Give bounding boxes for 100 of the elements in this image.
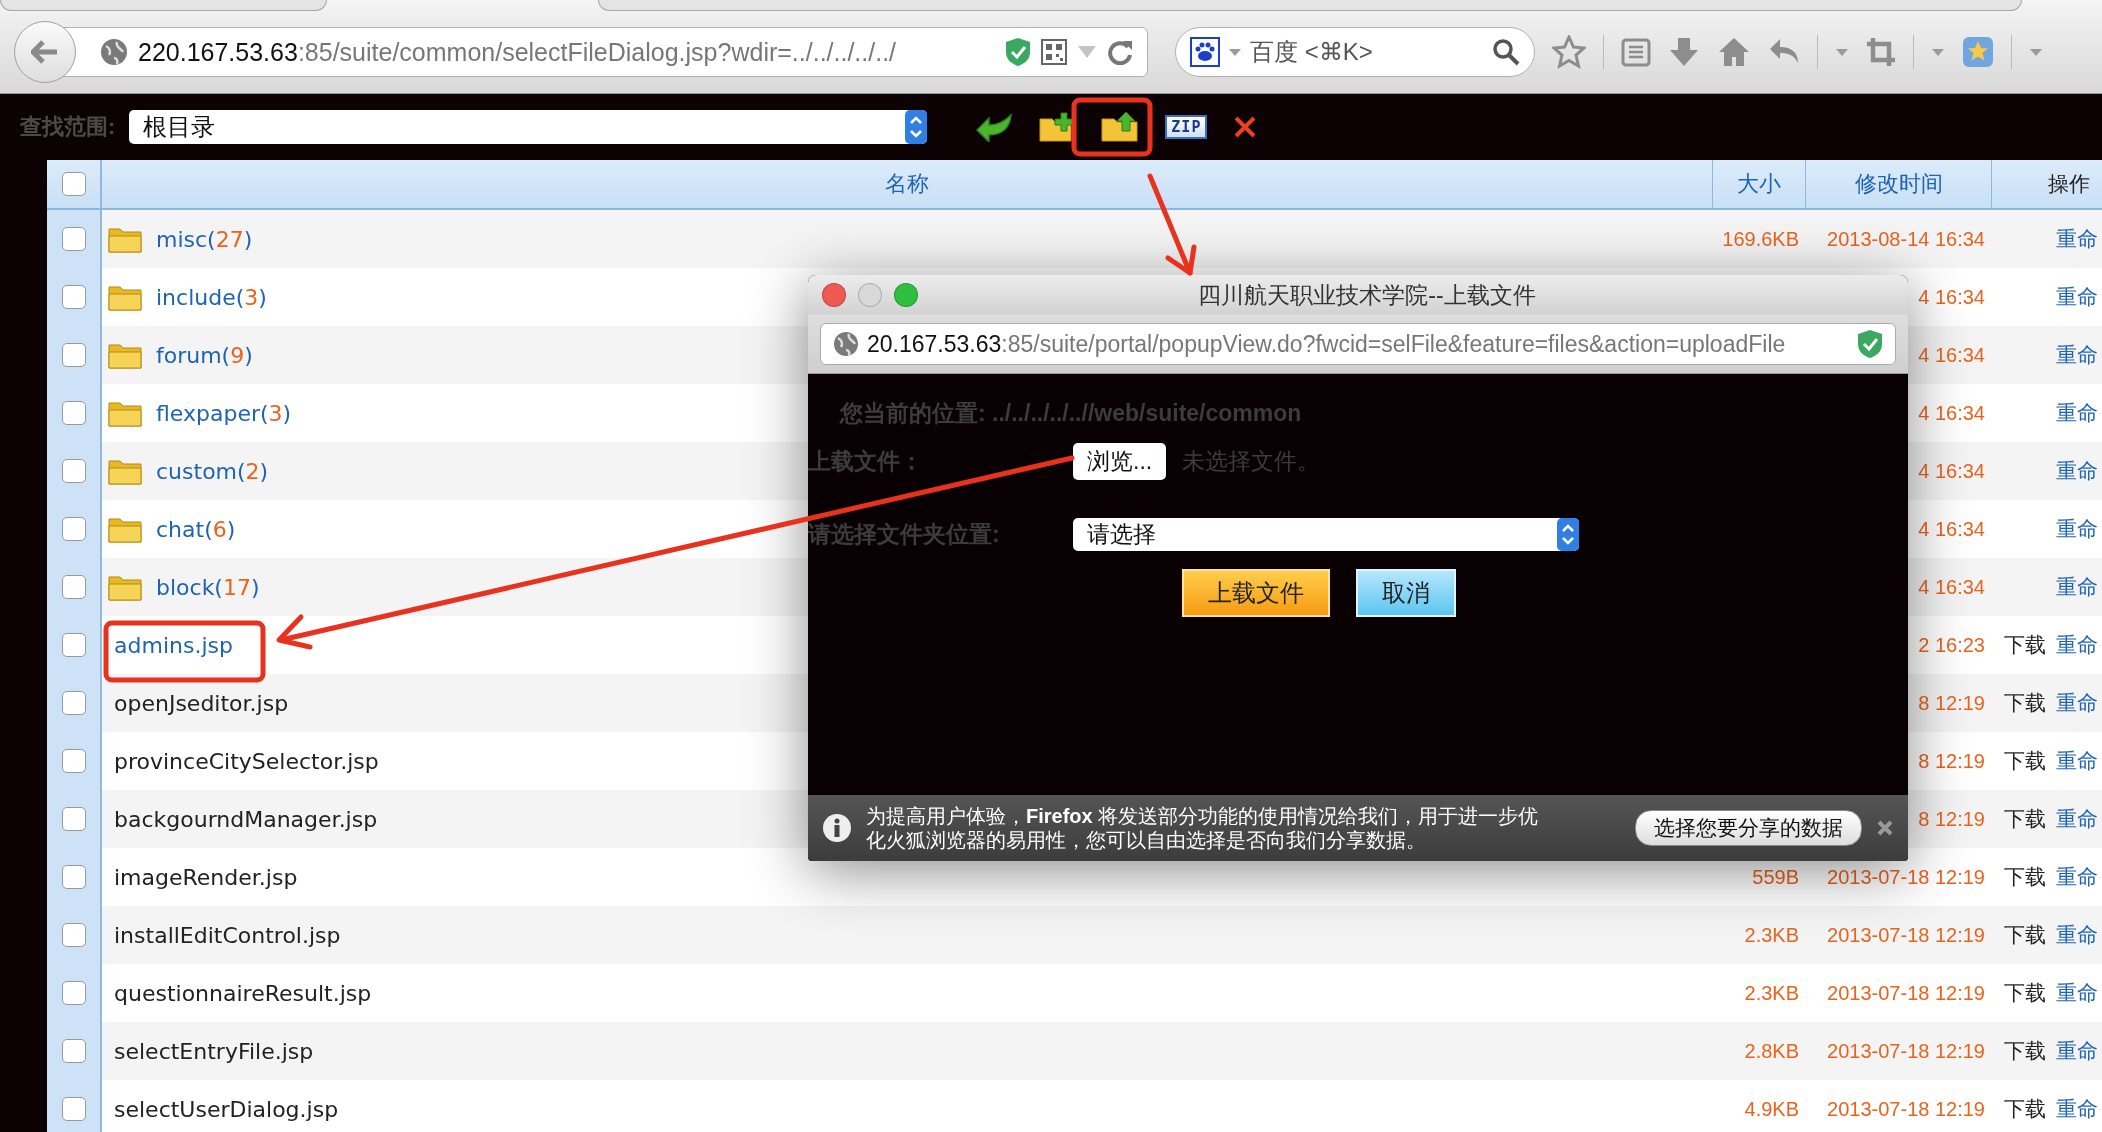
share-data-button[interactable]: 选择您要分享的数据 [1635, 810, 1862, 846]
file-link[interactable]: imageRender.jsp [114, 864, 298, 890]
rename-link[interactable]: 重命 [2056, 1037, 2098, 1065]
column-header[interactable]: 名称 [102, 160, 1712, 208]
download-link[interactable]: 下载 [2004, 631, 2046, 659]
folder-link[interactable]: flexpaper(3) [156, 400, 292, 426]
file-link[interactable]: backgourndManager.jsp [114, 806, 378, 832]
download-icon[interactable] [1668, 36, 1700, 68]
rename-link[interactable]: 重命 [2056, 457, 2098, 485]
search-field[interactable]: 百度 <⌘K> [1175, 27, 1535, 77]
checkbox[interactable] [61, 633, 86, 657]
file-link[interactable]: questionnaireResult.jsp [114, 980, 372, 1006]
rename-link[interactable]: 重命 [2056, 399, 2098, 427]
dropdown-caret-icon[interactable] [1931, 47, 1945, 57]
star-icon[interactable] [1552, 35, 1586, 69]
dropdown-caret-icon[interactable] [1228, 47, 1242, 57]
browser-tab[interactable] [598, 0, 2022, 11]
rename-link[interactable]: 重命 [2056, 979, 2098, 1007]
file-link[interactable]: installEditControl.jsp [114, 922, 341, 948]
list-icon[interactable] [1621, 37, 1651, 67]
file-link[interactable]: selectUserDialog.jsp [114, 1096, 339, 1122]
close-button[interactable] [822, 283, 846, 307]
column-header[interactable]: 操作 [1991, 160, 2102, 208]
checkbox[interactable] [61, 865, 86, 889]
checkbox[interactable] [61, 749, 86, 773]
qr-code-icon[interactable] [1041, 39, 1067, 65]
cancel-button[interactable]: 取消 [1356, 569, 1456, 617]
file-link[interactable]: provinceCitySelector.jsp [114, 748, 379, 774]
stepper-icon[interactable] [905, 110, 928, 144]
rename-link[interactable]: 重命 [2056, 515, 2098, 543]
dropdown-caret-icon[interactable] [1835, 47, 1849, 57]
checkbox[interactable] [61, 459, 86, 483]
folder-link[interactable]: include(3) [156, 284, 267, 310]
download-link[interactable]: 下载 [2004, 1037, 2046, 1065]
checkbox[interactable] [61, 575, 86, 599]
rename-link[interactable]: 重命 [2056, 747, 2098, 775]
search-icon[interactable] [1492, 38, 1520, 66]
checkbox[interactable] [61, 285, 86, 309]
crop-icon[interactable] [1866, 37, 1896, 67]
rename-link[interactable]: 重命 [2056, 805, 2098, 833]
rename-link[interactable]: 重命 [2056, 225, 2098, 253]
folder-link[interactable]: forum(9) [156, 342, 253, 368]
home-icon[interactable] [1717, 36, 1751, 68]
folder-link[interactable]: chat(6) [156, 516, 236, 542]
paw-icon[interactable] [1190, 37, 1220, 67]
dropdown-caret-icon[interactable] [2029, 47, 2043, 57]
folder-link[interactable]: custom(2) [156, 458, 269, 484]
address-bar[interactable]: 220.167.53.63:85/suite/common/selectFileDialog.jsp?wdir=../../../../../ [63, 27, 1148, 77]
rename-link[interactable]: 重命 [2056, 341, 2098, 369]
zoom-button[interactable] [894, 283, 918, 307]
column-header[interactable]: 修改时间 [1805, 160, 1991, 208]
checkbox[interactable] [61, 1039, 86, 1063]
rename-link[interactable]: 重命 [2056, 689, 2098, 717]
download-link[interactable]: 下载 [2004, 863, 2046, 891]
folder-icon [108, 573, 142, 601]
checkbox[interactable] [61, 1097, 86, 1121]
file-link[interactable]: openJseditor.jsp [114, 690, 289, 716]
checkbox[interactable] [61, 807, 86, 831]
scope-select[interactable]: 根目录 [129, 110, 928, 144]
rename-link[interactable]: 重命 [2056, 1095, 2098, 1123]
rename-link[interactable]: 重命 [2056, 283, 2098, 311]
checkbox[interactable] [61, 343, 86, 367]
checkbox[interactable] [61, 227, 86, 251]
dropdown-triangle-icon[interactable] [1077, 45, 1097, 59]
star-badge-icon[interactable] [1962, 36, 1994, 68]
download-link[interactable]: 下载 [2004, 1095, 2046, 1123]
checkbox[interactable] [61, 517, 86, 541]
browser-tab[interactable] [0, 0, 327, 11]
popup-title: 四川航天职业技术学院--上载文件 [1197, 280, 1537, 310]
folder-upload-icon[interactable] [1101, 111, 1140, 143]
column-header[interactable]: 大小 [1712, 160, 1805, 208]
url-text: 20.167.53.63:85/suite/portal/popupView.do?fwcid=selFile&feature=files&action=uploadFile [867, 330, 1787, 358]
folder-link[interactable]: misc(27) [156, 226, 253, 252]
rename-link[interactable]: 重命 [2056, 863, 2098, 891]
download-link[interactable]: 下载 [2004, 747, 2046, 775]
folder-select[interactable]: 请选择 [1073, 518, 1579, 551]
download-link[interactable]: 下载 [2004, 689, 2046, 717]
minimize-button[interactable] [858, 283, 882, 307]
popup-address-bar[interactable]: 20.167.53.63:85/suite/portal/popupView.do?fwcid=selFile&feature=files&action=uploadFile [820, 323, 1896, 365]
download-link[interactable]: 下载 [2004, 805, 2046, 833]
return-arrow-icon[interactable] [975, 112, 1014, 142]
delete-icon[interactable] [1233, 115, 1258, 139]
file-link[interactable]: admins.jsp [114, 632, 233, 658]
close-icon[interactable] [1876, 819, 1894, 837]
rename-link[interactable]: 重命 [2056, 631, 2098, 659]
upload-button[interactable]: 上载文件 [1182, 569, 1330, 617]
checkbox[interactable] [61, 401, 86, 425]
zip-button[interactable]: ZIP [1165, 115, 1208, 139]
folder-link[interactable]: block(17) [156, 574, 260, 600]
download-link[interactable]: 下载 [2004, 979, 2046, 1007]
rename-link[interactable]: 重命 [2056, 921, 2098, 949]
browse-button[interactable]: 浏览... [1073, 443, 1167, 480]
checkbox[interactable] [61, 981, 86, 1005]
checkbox[interactable] [61, 172, 86, 196]
rename-link[interactable]: 重命 [2056, 573, 2098, 601]
checkbox[interactable] [61, 923, 86, 947]
checkbox[interactable] [61, 691, 86, 715]
file-link[interactable]: selectEntryFile.jsp [114, 1038, 314, 1064]
download-link[interactable]: 下载 [2004, 921, 2046, 949]
reload-icon[interactable] [1107, 39, 1133, 65]
